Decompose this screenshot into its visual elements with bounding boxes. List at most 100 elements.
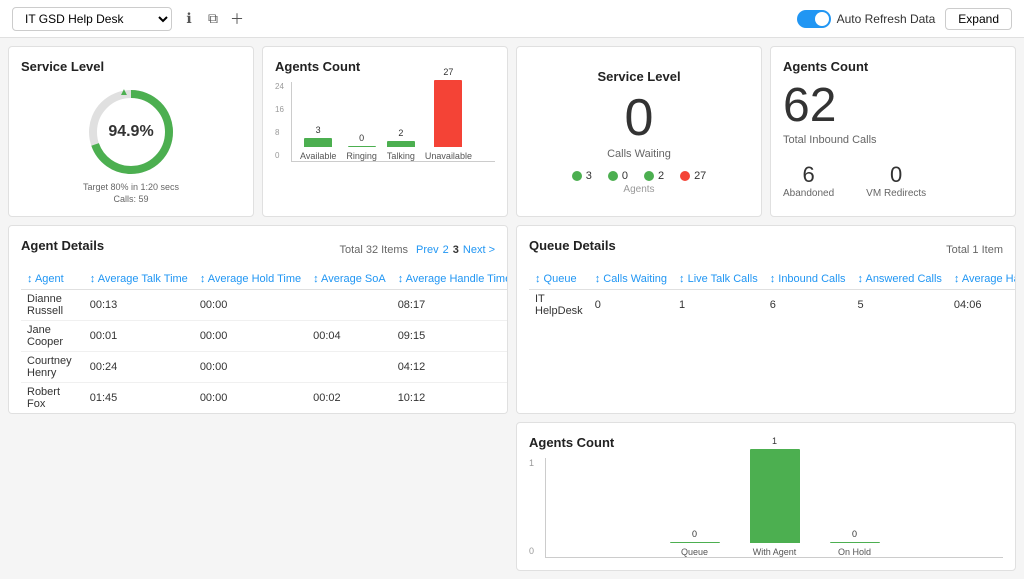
bar-talking-rect [387, 141, 415, 147]
page-2[interactable]: 2 [443, 244, 449, 256]
bottom-y-axis: 0 1 [529, 458, 545, 558]
queue-name: IT HelpDesk [529, 290, 589, 321]
bottom-agents-count-card: Agents Count 0 1 0 Queue 1 With Agent [516, 422, 1016, 571]
main-layout: Service Level 94.9% ▲ Target 80% in 1:20… [0, 38, 1024, 579]
bar-talking-label: Talking [387, 151, 415, 161]
table-row: Jane Cooper 00:01 00:00 00:04 09:15 [21, 321, 508, 352]
service-level-mid-card: Service Level 0 Calls Waiting 3 0 2 27 A… [516, 46, 762, 217]
qcol-answered[interactable]: ↕ Answered Calls [852, 269, 948, 290]
dot-3-value: 3 [586, 170, 592, 182]
y-axis: 0 8 16 24 [275, 82, 291, 162]
agents-row-label: Agents [623, 184, 654, 195]
queue-select[interactable]: IT GSD Help Desk [12, 7, 172, 31]
prev-page[interactable]: Prev [416, 244, 439, 256]
agent-details-controls: Total 32 Items Prev 2 3 Next > [340, 244, 495, 256]
bar-on-hold-label: On Hold [838, 547, 871, 557]
bar-talking: 2 Talking [387, 128, 415, 161]
queue-handle: 04:06 [948, 290, 1016, 321]
agent-handle: 09:15 [392, 321, 508, 352]
queue-details-title: Queue Details [529, 238, 616, 253]
status-dots: 3 0 2 27 [572, 170, 707, 182]
calls-waiting-number: 0 [625, 92, 654, 144]
total-inbound-label: Total Inbound Calls [783, 134, 1003, 146]
auto-refresh-toggle[interactable] [797, 10, 831, 28]
qcol-waiting[interactable]: ↕ Calls Waiting [589, 269, 673, 290]
bar-queue: 0 Queue [670, 529, 720, 557]
agent-details-card: Agent Details Total 32 Items Prev 2 3 Ne… [8, 225, 508, 414]
y-label-0: 0 [275, 151, 291, 160]
col-soa[interactable]: ↕ Average SoA [307, 269, 392, 290]
dot-2: 2 [644, 170, 664, 182]
header: IT GSD Help Desk ℹ ⧉ ＋ Auto Refresh Data… [0, 0, 1024, 38]
agent-handle: 10:12 [392, 383, 508, 414]
bar-on-hold-value: 0 [852, 529, 857, 539]
agent-hold: 00:00 [194, 321, 307, 352]
table-row: Robert Fox 01:45 00:00 00:02 10:12 [21, 383, 508, 414]
metric-row: 6 Abandoned 0 VM Redirects [783, 162, 1003, 199]
col-hold[interactable]: ↕ Average Hold Time [194, 269, 307, 290]
agents-count-top-card: Agents Count 62 Total Inbound Calls 6 Ab… [770, 46, 1016, 217]
bar-ringing: 0 Ringing [346, 133, 377, 161]
queue-inbound: 6 [764, 290, 852, 321]
agent-details-header: Agent Details Total 32 Items Prev 2 3 Ne… [21, 238, 495, 261]
dot-green-3 [644, 171, 654, 181]
bar-unavailable-value: 27 [443, 67, 453, 77]
queue-answered: 5 [852, 290, 948, 321]
agent-hold: 00:00 [194, 383, 307, 414]
dot-3: 3 [572, 170, 592, 182]
queue-waiting: 0 [589, 290, 673, 321]
queue-details-header: Queue Details Total 1 Item [529, 238, 1003, 261]
agent-details-title: Agent Details [21, 238, 104, 253]
page-3[interactable]: 3 [453, 244, 459, 256]
bar-ringing-value: 0 [359, 133, 364, 143]
dot-27: 27 [680, 170, 706, 182]
bottom-bar-chart: 0 Queue 1 With Agent 0 On Hold [545, 458, 1003, 558]
col-handle[interactable]: ↕ Average Handle Time [392, 269, 508, 290]
agent-hold: 00:00 [194, 414, 307, 415]
agent-soa: 00:02 [307, 383, 392, 414]
bar-ringing-label: Ringing [346, 151, 377, 161]
qcol-live[interactable]: ↕ Live Talk Calls [673, 269, 764, 290]
dot-green-1 [572, 171, 582, 181]
qcol-inbound[interactable]: ↕ Inbound Calls [764, 269, 852, 290]
dot-2-value: 2 [658, 170, 664, 182]
bar-talking-value: 2 [398, 128, 403, 138]
qcol-queue[interactable]: ↕ Queue [529, 269, 589, 290]
agent-name: Courtney Henry [21, 352, 84, 383]
auto-refresh-label: Auto Refresh Data [837, 12, 936, 26]
calls-waiting-label: Calls Waiting [607, 148, 671, 160]
bar-with-agent-value: 1 [772, 436, 777, 446]
donut-target: Target 80% in 1:20 secs [83, 182, 179, 192]
dot-green-2 [608, 171, 618, 181]
agent-talk: 01:45 [84, 383, 194, 414]
pagination: Prev 2 3 Next > [416, 244, 495, 256]
qcol-handle[interactable]: ↕ Average Handle Time [948, 269, 1016, 290]
copy-icon[interactable]: ⧉ [204, 10, 222, 28]
agent-handle: 04:12 [392, 352, 508, 383]
queue-details-card: Queue Details Total 1 Item ↕ Queue ↕ Cal… [516, 225, 1016, 414]
bottom-chart-container: 0 1 0 Queue 1 With Agent 0 [529, 458, 1003, 558]
info-icon[interactable]: ℹ [180, 10, 198, 28]
next-page[interactable]: Next > [463, 244, 495, 256]
expand-button[interactable]: Expand [945, 8, 1012, 30]
agent-talk: 00:12 [84, 414, 194, 415]
bar-unavailable-label: Unavailable [425, 151, 472, 161]
agent-name: Dianne Russell [21, 290, 84, 321]
bar-available-label: Available [300, 151, 336, 161]
agent-talk: 00:24 [84, 352, 194, 383]
col-talk[interactable]: ↕ Average Talk Time [84, 269, 194, 290]
table-row: Dianne Russell 00:13 00:00 08:17 [21, 290, 508, 321]
agent-soa [307, 290, 392, 321]
agents-count-bar-card: Agents Count 0 8 16 24 3 Available 0 [262, 46, 508, 217]
service-level-mid-title: Service Level [597, 69, 680, 84]
table-row: Darlene Robertson 00:12 00:00 00:11 05:0… [21, 414, 508, 415]
vm-redirects-metric: 0 VM Redirects [866, 162, 926, 199]
add-icon[interactable]: ＋ [228, 10, 246, 28]
queue-table-body: IT HelpDesk 0 1 6 5 04:06 00:26 [529, 290, 1016, 321]
bar-with-agent-rect [750, 449, 800, 543]
abandoned-number: 6 [783, 162, 834, 188]
col-agent[interactable]: ↕ Agent [21, 269, 84, 290]
abandoned-metric: 6 Abandoned [783, 162, 834, 199]
agent-details-total: Total 32 Items [340, 244, 408, 256]
header-left: IT GSD Help Desk ℹ ⧉ ＋ [12, 7, 246, 31]
